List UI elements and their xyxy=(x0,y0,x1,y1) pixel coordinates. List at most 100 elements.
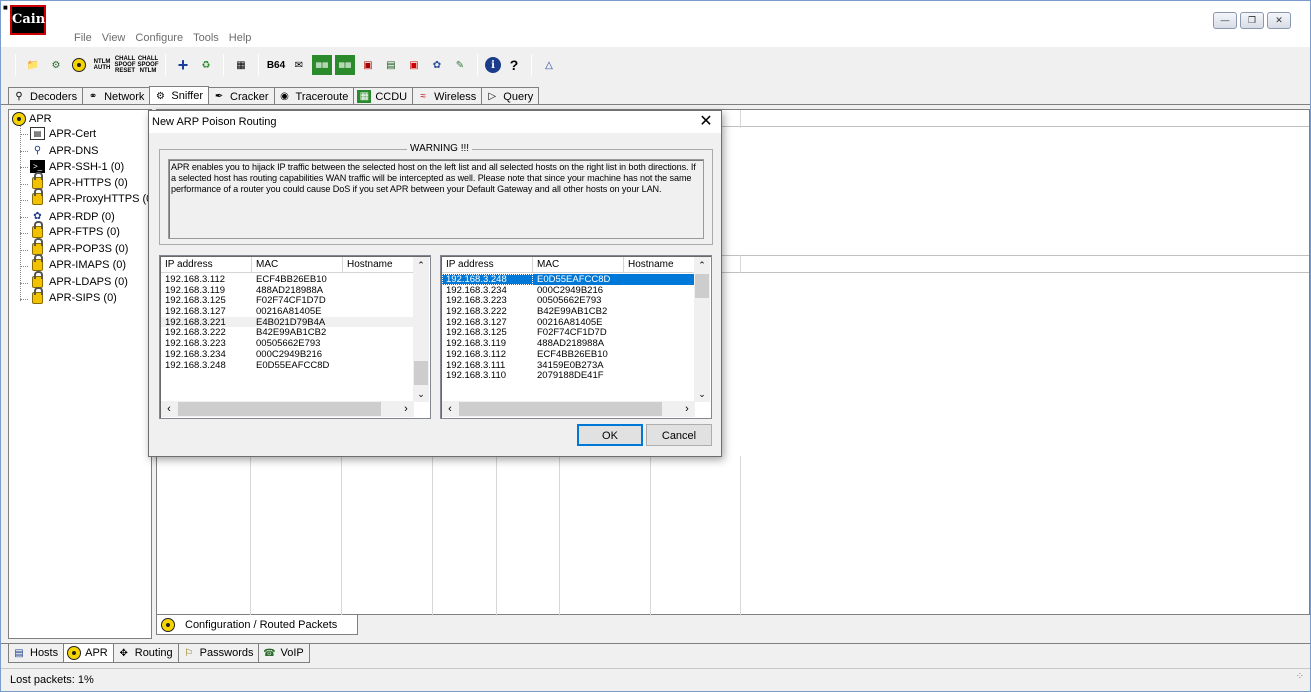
help-icon[interactable]: ? xyxy=(504,55,524,75)
host-row[interactable]: 192.168.3.234 000C2949B216 xyxy=(161,349,414,360)
tree-item-apr-pop3s[interactable]: APR-POP3S (0) xyxy=(30,238,128,255)
column-hostname[interactable]: Hostname xyxy=(624,257,695,273)
host-row[interactable]: 192.168.3.223 00505662E793 xyxy=(161,338,414,349)
network-card-icon[interactable]: ▤ xyxy=(381,55,401,75)
cancel-button[interactable]: Cancel xyxy=(646,424,712,446)
tree-item-apr-cert[interactable]: ▤ APR-Cert xyxy=(30,127,96,140)
host-row[interactable]: 192.168.3.127 00216A81405E xyxy=(442,317,695,328)
tree-item-apr-rdp[interactable]: ✿ APR-RDP (0) xyxy=(30,210,115,223)
menu-configure[interactable]: Configure xyxy=(130,32,188,44)
chall-spoof-ntlm-icon[interactable]: CHALL SPOOF NTLM xyxy=(138,55,159,75)
rdp-decoder-icon[interactable]: ▣ xyxy=(358,55,378,75)
tab-decoders[interactable]: ⚲ Decoders xyxy=(8,87,84,105)
apr-tree[interactable]: APR ▤ APR-Cert ⚲ APR-DNS >_ APR-SSH-1 (0) A… xyxy=(8,109,156,639)
scroll-right-icon[interactable]: › xyxy=(398,401,414,417)
scroll-thumb[interactable] xyxy=(695,274,709,298)
tab-network[interactable]: ⚭ Network xyxy=(82,87,151,105)
right-vertical-scrollbar[interactable]: ⌃ ⌄ xyxy=(694,257,710,402)
menu-view[interactable]: View xyxy=(97,32,131,44)
tree-item-apr-sips[interactable]: APR-SIPS (0) xyxy=(30,287,117,304)
host-row[interactable]: 192.168.3.248 E0D55EAFCC8D xyxy=(161,360,414,371)
ntlm-auth-icon[interactable]: NTLM AUTH xyxy=(92,55,112,75)
tab-routing[interactable]: ✥ Routing xyxy=(112,644,179,663)
host-row[interactable]: 192.168.3.112 ECF4BB26EB10 xyxy=(442,349,695,360)
host-row[interactable]: 192.168.3.125 F02F74CF1D7D xyxy=(161,295,414,307)
column-mac[interactable]: MAC xyxy=(252,257,343,273)
resize-grip-icon[interactable]: ⁘ xyxy=(1296,666,1304,688)
left-vertical-scrollbar[interactable]: ⌃ ⌄ xyxy=(413,257,429,402)
open-folder-icon[interactable]: 📁 xyxy=(23,55,43,75)
apr-icon[interactable] xyxy=(69,55,89,75)
sniffer-icon[interactable]: ⚙ xyxy=(46,55,66,75)
restore-button[interactable]: ❐ xyxy=(1240,12,1264,29)
ok-button[interactable]: OK xyxy=(577,424,643,446)
tab-passwords[interactable]: ⚐ Passwords xyxy=(177,644,260,663)
scroll-up-icon[interactable]: ⌃ xyxy=(413,257,429,273)
tab-hosts[interactable]: ▤ Hosts xyxy=(8,644,65,663)
info-icon[interactable]: i xyxy=(485,57,501,73)
column-ip-address[interactable]: IP address xyxy=(442,257,533,273)
tree-item-apr-ldaps[interactable]: APR-LDAPS (0) xyxy=(30,271,128,288)
column-hostname[interactable]: Hostname xyxy=(343,257,414,273)
menu-file[interactable]: File xyxy=(69,32,97,44)
tree-item-apr-proxyhttps[interactable]: APR-ProxyHTTPS (0) xyxy=(30,188,156,205)
host-row[interactable]: 192.168.3.111 34159E0B273A xyxy=(442,360,695,371)
hash-calculator-icon[interactable]: ▦ xyxy=(231,55,251,75)
base64-icon[interactable]: B64 xyxy=(266,55,286,75)
scroll-left-icon[interactable]: ‹ xyxy=(161,401,177,417)
left-host-list[interactable]: IP address MAC Hostname 192.168.3.112 ECF… xyxy=(159,255,431,419)
recycle-icon[interactable]: ♻ xyxy=(196,55,216,75)
routing-icon[interactable]: ✿ xyxy=(427,55,447,75)
column-ip-address[interactable]: IP address xyxy=(161,257,252,273)
scroll-right-icon[interactable]: › xyxy=(679,401,695,417)
terminal-icon[interactable]: ▣ xyxy=(404,55,424,75)
scroll-thumb[interactable] xyxy=(414,361,428,385)
tree-item-apr-https[interactable]: APR-HTTPS (0) xyxy=(30,172,128,189)
host-row[interactable]: 192.168.3.223 00505662E793 xyxy=(442,295,695,307)
tab-configuration-routed-packets[interactable]: Configuration / Routed Packets xyxy=(156,615,358,635)
right-horizontal-scrollbar[interactable]: ‹ › xyxy=(442,401,695,417)
close-button[interactable]: ✕ xyxy=(1267,12,1291,29)
scroll-left-icon[interactable]: ‹ xyxy=(442,401,458,417)
minimize-button[interactable]: — xyxy=(1213,12,1237,29)
host-row[interactable]: 192.168.3.222 B42E99AB1CB2 xyxy=(161,327,414,339)
host-row[interactable]: 192.168.3.234 000C2949B216 xyxy=(442,285,695,296)
tab-voip[interactable]: ☎ VoIP xyxy=(258,644,310,663)
tree-item-apr-dns[interactable]: ⚲ APR-DNS xyxy=(30,144,99,157)
scroll-down-icon[interactable]: ⌄ xyxy=(694,386,710,402)
dialog-close-icon[interactable]: ✕ xyxy=(697,113,715,131)
scroll-thumb[interactable] xyxy=(459,402,662,416)
scroll-down-icon[interactable]: ⌄ xyxy=(413,386,429,402)
menu-help[interactable]: Help xyxy=(224,32,257,44)
tree-item-apr-ftps[interactable]: APR-FTPS (0) xyxy=(30,221,120,238)
host-row[interactable]: 192.168.3.127 00216A81405E xyxy=(161,306,414,317)
host-row[interactable]: 192.168.3.125 F02F74CF1D7D xyxy=(442,327,695,339)
tab-cracker[interactable]: ✒ Cracker xyxy=(208,87,275,105)
edit-icon[interactable]: ✎ xyxy=(450,55,470,75)
certificate-icon[interactable]: ✉ xyxy=(289,55,309,75)
column-mac[interactable]: MAC xyxy=(533,257,624,273)
tab-sniffer[interactable]: ⚙ Sniffer xyxy=(149,86,210,105)
host-row[interactable]: 192.168.3.110 2079188DE41F xyxy=(442,370,695,381)
tab-apr[interactable]: APR xyxy=(63,644,114,663)
tab-ccdu[interactable]: ▦ CCDU xyxy=(353,87,414,105)
tab-query[interactable]: ▷ Query xyxy=(481,87,540,105)
chall-spoof-reset-icon[interactable]: CHALL SPOOF RESET xyxy=(115,55,136,75)
tab-traceroute[interactable]: ◉ Traceroute xyxy=(273,87,355,105)
left-horizontal-scrollbar[interactable]: ‹ › xyxy=(161,401,414,417)
right-host-list[interactable]: IP address MAC Hostname 192.168.3.248 E0D… xyxy=(440,255,712,419)
host-row[interactable]: 192.168.3.119 488AD218988A xyxy=(161,285,414,296)
system-menu-icon[interactable]: ■ xyxy=(3,3,8,12)
tree-root-apr[interactable]: APR xyxy=(12,112,52,126)
add-icon[interactable]: + xyxy=(173,55,193,75)
host-row[interactable]: 192.168.3.221 E4B021D79B4A xyxy=(161,316,414,328)
host-row[interactable]: 192.168.3.222 B42E99AB1CB2 xyxy=(442,306,695,317)
menu-tools[interactable]: Tools xyxy=(188,32,224,44)
tree-item-apr-imaps[interactable]: APR-IMAPS (0) xyxy=(30,254,126,271)
tree-item-apr-ssh1[interactable]: >_ APR-SSH-1 (0) xyxy=(30,160,124,173)
lsa-secrets-icon[interactable]: ▦▦ xyxy=(312,55,332,75)
scroll-up-icon[interactable]: ⌃ xyxy=(694,257,710,273)
tab-wireless[interactable]: ≈ Wireless xyxy=(412,87,483,105)
host-row[interactable]: 192.168.3.112 ECF4BB26EB10 xyxy=(161,274,414,285)
scroll-thumb[interactable] xyxy=(178,402,381,416)
